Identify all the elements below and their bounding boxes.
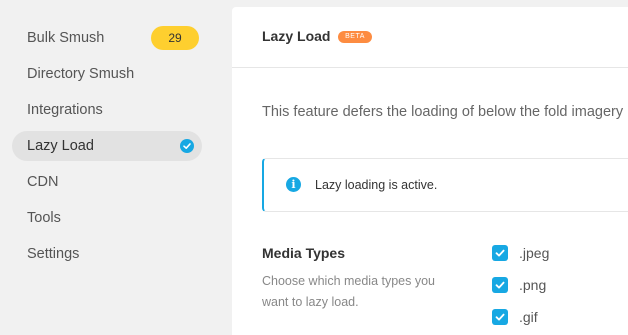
sidebar-item-label: Lazy Load bbox=[27, 138, 94, 154]
feature-description: This feature defers the loading of below… bbox=[262, 104, 624, 120]
page-title: Lazy Load bbox=[262, 28, 331, 44]
media-option-gif[interactable]: .gif bbox=[492, 308, 538, 326]
jpeg-checkbox[interactable] bbox=[492, 245, 508, 261]
sidebar-item-label: CDN bbox=[27, 174, 59, 190]
option-label: .gif bbox=[519, 309, 538, 325]
sidebar-item-integrations[interactable]: Integrations bbox=[12, 95, 202, 125]
sidebar-item-label: Settings bbox=[27, 246, 80, 262]
beta-tag: BETA bbox=[338, 31, 372, 43]
option-label: .jpeg bbox=[519, 245, 550, 261]
sidebar-item-settings[interactable]: Settings bbox=[12, 239, 202, 269]
option-label: .png bbox=[519, 277, 547, 293]
media-option-jpeg[interactable]: .jpeg bbox=[492, 244, 549, 262]
settings-panel: Lazy Load BETA This feature defers the l… bbox=[232, 7, 628, 335]
media-option-png[interactable]: .png bbox=[492, 276, 546, 294]
panel-header: Lazy Load BETA bbox=[232, 7, 628, 68]
sidebar-item-bulk-smush[interactable]: Bulk Smush 29 bbox=[12, 23, 202, 53]
png-checkbox[interactable] bbox=[492, 277, 508, 293]
sidebar: Bulk Smush 29 Directory Smush Integratio… bbox=[0, 0, 232, 335]
check-circle-icon bbox=[180, 139, 194, 153]
sidebar-item-directory-smush[interactable]: Directory Smush bbox=[12, 59, 202, 89]
sidebar-item-lazy-load[interactable]: Lazy Load bbox=[12, 131, 202, 161]
count-badge: 29 bbox=[151, 26, 199, 50]
media-types-description: Choose which media types you want to laz… bbox=[262, 274, 436, 309]
sidebar-item-label: Tools bbox=[27, 210, 61, 226]
sidebar-item-label: Directory Smush bbox=[27, 66, 135, 82]
info-icon: i bbox=[286, 177, 301, 192]
media-types-title: Media Types bbox=[262, 245, 345, 261]
sidebar-item-cdn[interactable]: CDN bbox=[12, 167, 202, 197]
sidebar-item-label: Integrations bbox=[27, 102, 103, 118]
gif-checkbox[interactable] bbox=[492, 309, 508, 325]
sidebar-item-tools[interactable]: Tools bbox=[12, 203, 202, 233]
notice-text: Lazy loading is active. bbox=[315, 178, 438, 192]
status-notice: i Lazy loading is active. bbox=[262, 158, 628, 212]
sidebar-item-label: Bulk Smush bbox=[27, 30, 105, 46]
